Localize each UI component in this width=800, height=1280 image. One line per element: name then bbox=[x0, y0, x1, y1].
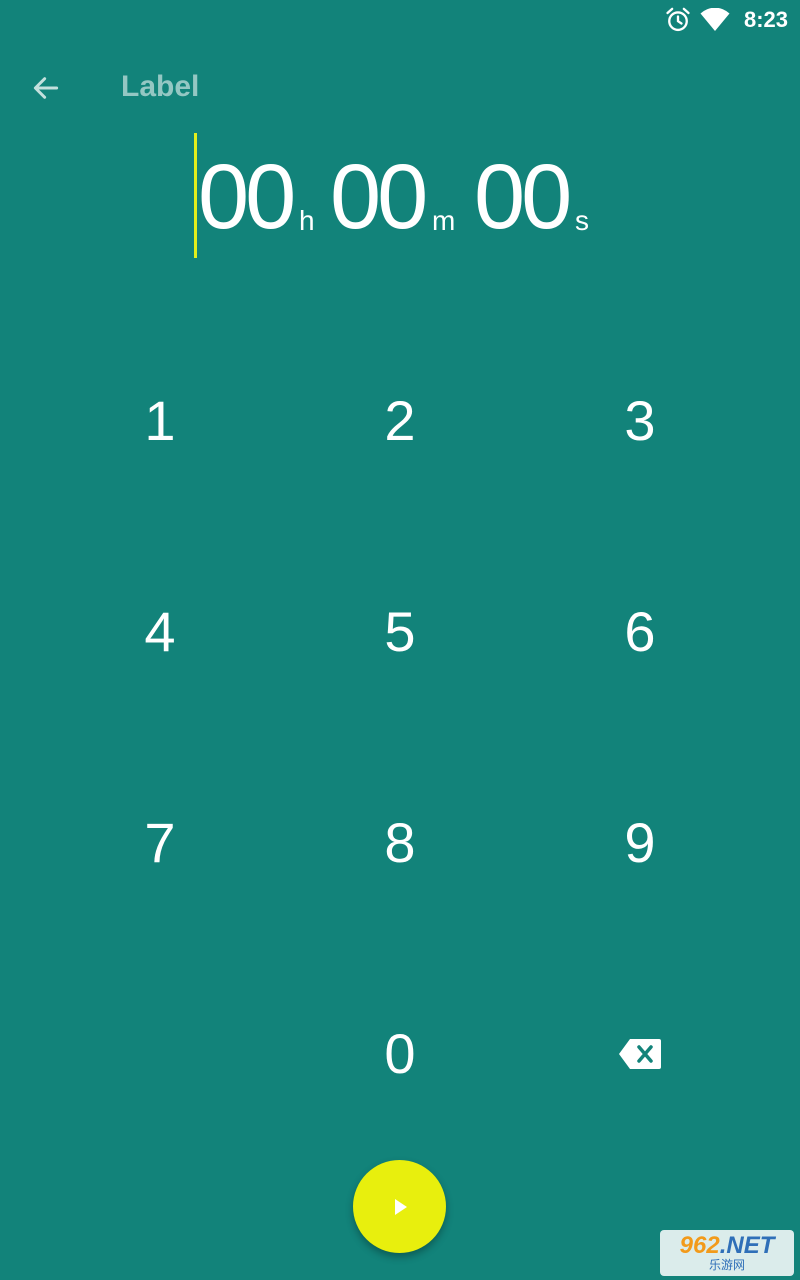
key-6[interactable]: 6 bbox=[520, 526, 760, 737]
delete-button[interactable] bbox=[520, 948, 760, 1159]
key-9[interactable]: 9 bbox=[520, 737, 760, 948]
watermark-chinese: 乐游网 bbox=[708, 1258, 745, 1272]
minutes-unit: m bbox=[432, 205, 456, 236]
hours-unit: h bbox=[299, 205, 315, 236]
back-button[interactable] bbox=[26, 68, 66, 108]
text-cursor bbox=[194, 133, 197, 258]
key-empty bbox=[40, 948, 280, 1159]
wifi-icon bbox=[700, 7, 730, 36]
watermark-logo: 962.NET 乐游网 bbox=[660, 1230, 794, 1276]
key-0[interactable]: 0 bbox=[280, 948, 520, 1159]
alarm-icon bbox=[664, 6, 692, 38]
play-icon bbox=[394, 1198, 407, 1215]
start-timer-button[interactable] bbox=[353, 1160, 446, 1253]
timer-display: 00 h 00 m 00 s bbox=[0, 133, 800, 258]
arrow-left-icon bbox=[33, 77, 59, 99]
label-field[interactable]: Label bbox=[121, 70, 199, 104]
status-bar: 8:23 bbox=[0, 0, 800, 42]
key-2[interactable]: 2 bbox=[280, 315, 520, 526]
key-3[interactable]: 3 bbox=[520, 315, 760, 526]
watermark-suffix: .NET bbox=[719, 1232, 775, 1259]
hours-value: 00 bbox=[198, 146, 296, 248]
key-1[interactable]: 1 bbox=[40, 315, 280, 526]
backspace-icon bbox=[619, 1038, 661, 1069]
keypad: 1 2 3 4 5 6 7 8 9 0 bbox=[40, 315, 760, 1160]
seconds-value: 00 bbox=[474, 146, 572, 248]
seconds-unit: s bbox=[575, 205, 589, 236]
status-time: 8:23 bbox=[743, 7, 788, 32]
minutes-value: 00 bbox=[330, 146, 428, 248]
key-7[interactable]: 7 bbox=[40, 737, 280, 948]
key-5[interactable]: 5 bbox=[280, 526, 520, 737]
key-8[interactable]: 8 bbox=[280, 737, 520, 948]
watermark-number: 962 bbox=[679, 1232, 720, 1259]
key-4[interactable]: 4 bbox=[40, 526, 280, 737]
